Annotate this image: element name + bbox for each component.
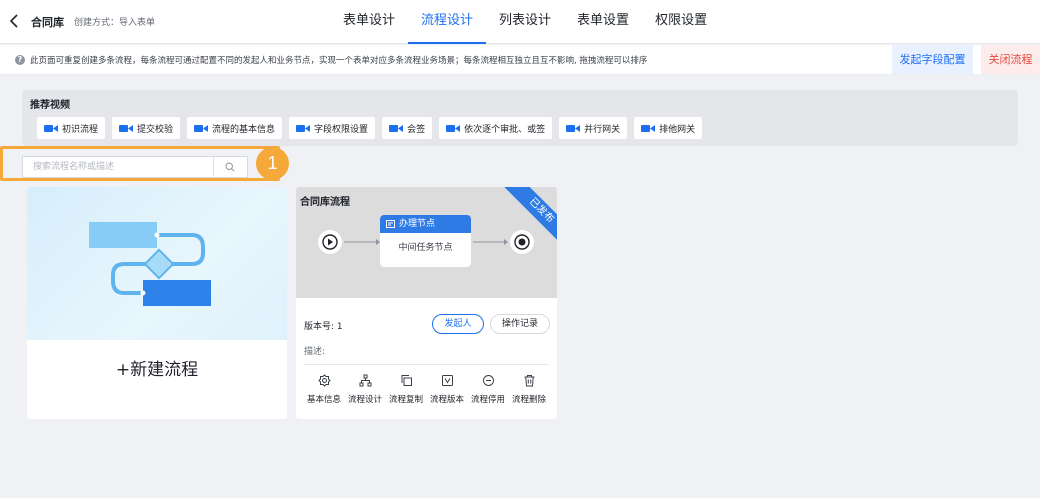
version-info: 版本号: 1 bbox=[304, 319, 343, 332]
video-list: 初识流程 提交校验 流程的基本信息 字段权限设置 会签 依次逐个审批、或签 并行… bbox=[37, 117, 703, 139]
video-chip[interactable]: 提交校验 bbox=[112, 117, 181, 139]
main-tabs: 表单设计 流程设计 列表设计 表单设置 权限设置 bbox=[330, 0, 720, 44]
flow-disable-button[interactable]: 流程停用 bbox=[468, 374, 508, 405]
video-camera-icon bbox=[44, 124, 58, 132]
node-title: 办理节点 bbox=[399, 219, 436, 229]
top-bar: 合同库 创建方式：导入表单 表单设计 流程设计 列表设计 表单设置 权限设置 bbox=[0, 0, 1040, 44]
tab-form-design[interactable]: 表单设计 bbox=[330, 0, 408, 44]
flow-actions: 基本信息 流程设计 流程复制 流程版本 流程停用 流程删除 bbox=[304, 374, 549, 405]
action-label: 流程设计 bbox=[347, 395, 382, 405]
video-chip-label: 依次逐个审批、或签 bbox=[464, 124, 546, 135]
info-icon: ? bbox=[15, 55, 25, 65]
video-chip-label: 并行网关 bbox=[584, 124, 621, 135]
new-flow-card[interactable]: +新建流程 bbox=[27, 187, 287, 419]
version-label: 版本号: bbox=[304, 322, 335, 332]
flow-illustration bbox=[27, 187, 287, 340]
flow-chart-illustration-icon bbox=[89, 222, 211, 306]
gear-icon bbox=[317, 374, 331, 387]
tab-permission-settings[interactable]: 权限设置 bbox=[642, 0, 720, 44]
description-label: 描述: bbox=[304, 347, 326, 357]
flow-version-button[interactable]: 流程版本 bbox=[427, 374, 467, 405]
card-divider bbox=[304, 364, 549, 365]
action-label: 流程版本 bbox=[429, 395, 464, 405]
video-chip[interactable]: 会签 bbox=[382, 117, 433, 139]
end-node bbox=[510, 230, 534, 254]
video-chip[interactable]: 排他网关 bbox=[634, 117, 703, 139]
app-title: 合同库 bbox=[31, 16, 64, 29]
operation-log-button[interactable]: 操作记录 bbox=[490, 314, 550, 334]
video-chip-label: 提交校验 bbox=[137, 124, 174, 135]
video-chip-label: 初识流程 bbox=[62, 124, 99, 135]
video-chip-label: 排他网关 bbox=[659, 124, 696, 135]
video-chip-label: 会签 bbox=[407, 124, 426, 135]
notice-text: 此页面可重复创建多条流程，每条流程可通过配置不同的发起人和业务节点，实现一个表单… bbox=[30, 56, 648, 66]
action-label: 流程停用 bbox=[470, 395, 505, 405]
video-camera-icon bbox=[389, 124, 404, 132]
video-chip[interactable]: 字段权限设置 bbox=[289, 117, 376, 139]
initiator-button[interactable]: 发起人 bbox=[432, 314, 484, 334]
action-label: 流程删除 bbox=[511, 395, 546, 405]
video-camera-icon bbox=[119, 124, 134, 132]
video-chip[interactable]: 初识流程 bbox=[37, 117, 106, 139]
video-camera-icon bbox=[296, 124, 311, 132]
handling-node[interactable]: 办理节点 中间任务节点 bbox=[380, 215, 471, 267]
search-divider bbox=[213, 157, 214, 177]
minus-circle-icon bbox=[482, 375, 494, 386]
version-icon bbox=[441, 375, 453, 386]
video-chip[interactable]: 流程的基本信息 bbox=[187, 117, 283, 139]
copy-icon bbox=[401, 375, 412, 386]
version-value: 1 bbox=[336, 322, 343, 332]
tab-list-design[interactable]: 列表设计 bbox=[486, 0, 564, 44]
search-input[interactable] bbox=[23, 157, 213, 177]
flow-copy-button[interactable]: 流程复制 bbox=[386, 374, 426, 405]
hierarchy-icon bbox=[359, 374, 371, 387]
videos-title: 推荐视频 bbox=[30, 100, 70, 111]
stop-icon bbox=[514, 234, 530, 250]
video-chip-label: 流程的基本信息 bbox=[212, 124, 276, 135]
basic-info-button[interactable]: 基本信息 bbox=[304, 374, 344, 405]
video-camera-icon bbox=[446, 124, 461, 132]
recommended-videos: 推荐视频 初识流程 提交校验 流程的基本信息 字段权限设置 会签 依次逐个审批、… bbox=[22, 90, 1018, 146]
trash-icon bbox=[524, 375, 534, 387]
node-body: 中间任务节点 bbox=[398, 243, 453, 253]
video-chip-label: 字段权限设置 bbox=[314, 124, 369, 135]
video-chip[interactable]: 依次逐个审批、或签 bbox=[439, 117, 553, 139]
flow-delete-button[interactable]: 流程删除 bbox=[509, 374, 549, 405]
chevron-left-icon[interactable] bbox=[8, 13, 22, 29]
flow-card: 合同库流程 已发布 办理节点 中间任务节点 版本号: 1 发起人 操作记录 描述… bbox=[296, 187, 557, 419]
notice-bar: ? 此页面可重复创建多条流程，每条流程可通过配置不同的发起人和业务节点，实现一个… bbox=[0, 45, 1040, 75]
action-label: 基本信息 bbox=[306, 395, 341, 405]
create-mode-label: 创建方式：导入表单 bbox=[74, 18, 156, 28]
video-camera-icon bbox=[566, 124, 581, 132]
close-flow-button[interactable]: 关闭流程 bbox=[981, 45, 1040, 74]
tab-form-settings[interactable]: 表单设置 bbox=[564, 0, 642, 44]
video-camera-icon bbox=[194, 124, 209, 132]
video-camera-icon bbox=[641, 124, 656, 132]
tab-flow-design[interactable]: 流程设计 bbox=[408, 0, 487, 44]
new-flow-label: +新建流程 bbox=[115, 360, 199, 380]
play-icon bbox=[322, 234, 338, 250]
video-chip[interactable]: 并行网关 bbox=[559, 117, 628, 139]
start-node bbox=[318, 230, 342, 254]
node-header: 办理节点 bbox=[380, 215, 471, 233]
flow-design-button[interactable]: 流程设计 bbox=[345, 374, 385, 405]
step-badge: 1 bbox=[256, 147, 289, 180]
initiator-field-config-button[interactable]: 发起字段配置 bbox=[892, 45, 973, 74]
search-icon[interactable] bbox=[225, 162, 235, 172]
action-label: 流程复制 bbox=[388, 395, 423, 405]
search-box bbox=[22, 156, 248, 178]
form-node-icon bbox=[386, 220, 395, 228]
flow-preview[interactable]: 合同库流程 已发布 办理节点 中间任务节点 bbox=[296, 187, 557, 298]
